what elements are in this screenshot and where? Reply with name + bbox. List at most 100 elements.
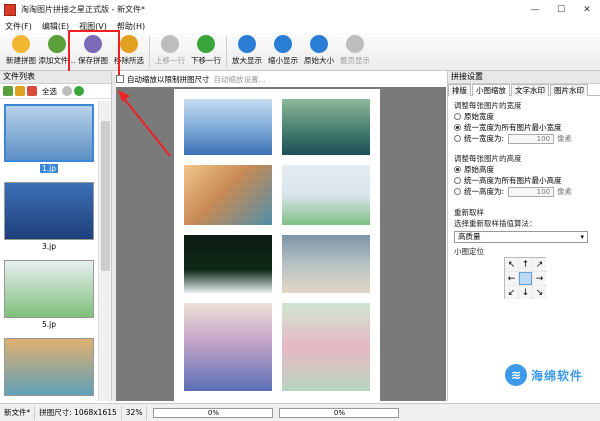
position-arrow-icon[interactable]: ↑	[519, 258, 532, 271]
file-list-item[interactable]: 1.jp	[0, 101, 98, 179]
app-icon	[4, 3, 16, 16]
position-arrow-icon[interactable]: ↙	[505, 286, 518, 299]
move-down-button[interactable]: 下移一行	[188, 33, 224, 69]
file-list-panel: 文件列表 全选 1.jp 3.jp 5.jp	[0, 71, 112, 401]
annotation-arrow	[118, 90, 171, 157]
tab-3[interactable]: 图片水印	[550, 84, 588, 96]
position-center[interactable]	[519, 272, 532, 285]
position-arrow-icon[interactable]: ↗	[533, 258, 546, 271]
progress-bar-1: 0%	[153, 407, 274, 418]
watermark-icon: ≋	[505, 364, 527, 386]
scrollbar-thumb[interactable]	[101, 121, 110, 271]
move-down-icon	[197, 35, 215, 53]
thumbnail-image	[4, 260, 94, 318]
position-arrow-icon[interactable]: →	[533, 272, 546, 285]
select-all-button[interactable]: 全选	[42, 86, 57, 97]
thumbnail-image	[4, 182, 94, 240]
file-list-item[interactable]: 5.jp	[0, 257, 98, 335]
photo-pink-flower[interactable]	[282, 303, 370, 391]
new-puzzle-button[interactable]: 新建拼图	[3, 33, 39, 69]
remove-icon[interactable]	[27, 86, 37, 96]
thumbnail-image	[4, 338, 94, 396]
width-section: 调整每张图片的宽度 原始宽度 统一宽度为所有图片最小宽度 统一宽度为: 100 像素	[454, 100, 594, 144]
thumbnail-list: 1.jp 3.jp 5.jp	[0, 101, 98, 401]
add-image-icon[interactable]	[15, 86, 25, 96]
move-up-icon	[161, 35, 179, 53]
width-option-min: 统一宽度为所有图片最小宽度	[464, 123, 562, 132]
menu-file[interactable]: 文件(F)	[0, 21, 37, 32]
height-value-input[interactable]: 100	[508, 186, 555, 197]
down-icon[interactable]	[74, 86, 84, 96]
position-arrow-icon[interactable]: ←	[505, 272, 518, 285]
photo-dandelion-1[interactable]	[184, 99, 272, 155]
auto-scale-checkbox[interactable]	[116, 75, 124, 83]
resample-title: 重新取样	[454, 208, 484, 217]
window-controls: — ☐ ✕	[522, 0, 600, 19]
position-arrow-icon[interactable]: ↓	[519, 286, 532, 299]
status-bar: 新文件* 拼图尺寸: 1068x1615 32% 0% 0%	[0, 403, 600, 421]
fit-page-icon	[346, 35, 364, 53]
add-file-icon	[48, 35, 66, 53]
thumbnail-label: 3.jp	[41, 242, 56, 251]
file-list-tools: 全选	[0, 84, 111, 99]
width-option-original: 原始宽度	[464, 112, 494, 121]
thumbnail-label: 5.jp	[41, 320, 56, 329]
new-puzzle-icon	[12, 35, 30, 53]
position-arrow-icon[interactable]: ↘	[533, 286, 546, 299]
progress-bar-2: 0%	[279, 407, 400, 418]
photo-girl-flowers[interactable]	[184, 165, 272, 225]
remove-selected-icon	[120, 35, 138, 53]
height-radio-original[interactable]	[454, 166, 461, 173]
height-option-original: 原始高度	[464, 165, 494, 174]
minimize-button[interactable]: —	[522, 0, 548, 19]
file-list-item[interactable]	[0, 335, 98, 401]
file-list-item[interactable]: 3.jp	[0, 179, 98, 257]
auto-scale-settings-link[interactable]: 自动缩放设置...	[214, 74, 266, 85]
photo-dandelion-2[interactable]	[282, 99, 370, 155]
add-folder-icon[interactable]	[3, 86, 13, 96]
move-up-button[interactable]: 上移一行	[152, 33, 188, 69]
toolbar-label: 整页显示	[340, 56, 370, 65]
original-size-button[interactable]: 原始大小	[301, 33, 337, 69]
width-radio-custom[interactable]	[454, 135, 461, 142]
width-radio-min[interactable]	[454, 124, 461, 131]
toolbar-label: 放大显示	[232, 56, 262, 65]
watermark-text: 海绵软件	[531, 368, 584, 383]
height-option-custom: 统一高度为:	[464, 187, 505, 196]
resample-select[interactable]: 高质量 ▾	[454, 231, 588, 243]
chevron-down-icon: ▾	[580, 233, 584, 241]
thumbnail-label: 1.jp	[39, 164, 58, 173]
position-section: 小图定位	[454, 246, 594, 257]
status-size: 拼图尺寸: 1068x1615	[35, 405, 122, 420]
width-value-input[interactable]: 100	[508, 133, 555, 144]
width-option-custom: 统一宽度为:	[464, 134, 505, 143]
tab-0[interactable]: 排版	[448, 84, 471, 96]
up-icon[interactable]	[62, 86, 72, 96]
status-zoom: 32%	[122, 405, 148, 420]
fit-page-button[interactable]: 整页显示	[337, 33, 373, 69]
title-bar: 淘淘图片拼接之星正式版 - 新文件* — ☐ ✕	[0, 0, 600, 19]
height-radio-custom[interactable]	[454, 188, 461, 195]
width-radio-original[interactable]	[454, 113, 461, 120]
watermark-logo: ≋ 海绵软件	[505, 355, 597, 395]
window-title: 淘淘图片拼接之星正式版 - 新文件*	[21, 5, 145, 14]
toolbar-label: 上移一行	[155, 56, 185, 65]
close-button[interactable]: ✕	[574, 0, 600, 19]
zoom-out-button[interactable]: 缩小显示	[265, 33, 301, 69]
maximize-button[interactable]: ☐	[548, 0, 574, 19]
zoom-in-button[interactable]: 放大显示	[229, 33, 265, 69]
photo-book-flower[interactable]	[282, 235, 370, 293]
toolbar-separator	[226, 36, 227, 68]
height-radio-min[interactable]	[454, 177, 461, 184]
photo-flower-pot[interactable]	[282, 165, 370, 225]
width-title: 调整每张图片的宽度	[454, 101, 522, 110]
position-arrow-icon[interactable]: ↖	[505, 258, 518, 271]
width-unit: 像素	[557, 134, 573, 143]
thumbnail-image	[4, 104, 94, 162]
puzzle-page	[174, 89, 380, 401]
tab-2[interactable]: 文字水印	[511, 84, 549, 96]
tab-1[interactable]: 小图缩放	[472, 84, 510, 96]
file-list-scrollbar[interactable]	[98, 101, 111, 401]
photo-night-flowers[interactable]	[184, 235, 272, 293]
photo-blue-vases[interactable]	[184, 303, 272, 391]
